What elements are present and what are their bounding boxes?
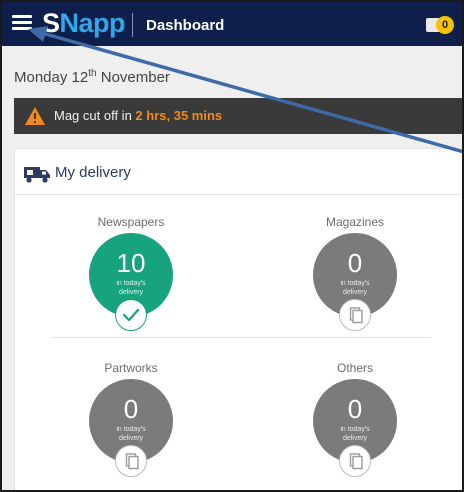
annotation-arrow (28, 26, 462, 154)
app-frame: SNapp Dashboard 0 Monday 12th November M… (0, 0, 464, 492)
